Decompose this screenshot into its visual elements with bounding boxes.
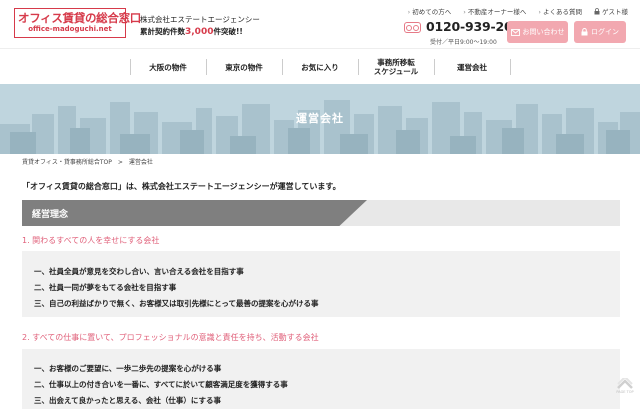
business-hours: 受付／平日9:00〜19:00 — [430, 39, 497, 46]
list-item: 三、自己の利益ばかりで無く、お客様又は取引先様にとって最善の提案を心がける事 — [34, 299, 319, 308]
freedial-icon — [404, 22, 421, 33]
list-item: 一、お客様のご要望に、一歩二歩先の提案を心がける事 — [34, 364, 222, 373]
top-links: › 初めての方へ › 不動産オーナー様へ › よくある質問 ゲスト様 — [408, 6, 628, 16]
list-item: 三、出会えて良かったと思える、会社（仕事）にする事 — [34, 396, 221, 405]
link-label: よくある質問 — [543, 8, 582, 16]
breadcrumb-home[interactable]: 賃貸オフィス・貸事務所総合TOP — [22, 159, 112, 166]
lock-icon — [594, 8, 600, 15]
page-top-label: PAGE TOP — [616, 390, 634, 394]
section-header: 経営理念 — [22, 200, 620, 226]
main-nav: 大阪の物件 東京の物件 お気に入り 事務所移転 スケジュール 運営会社 — [0, 48, 640, 85]
chevron-right-icon: › — [407, 8, 411, 16]
nav-favorites[interactable]: お気に入り — [282, 49, 358, 85]
section-title: 経営理念 — [32, 210, 69, 220]
company-name: 株式会社エステートエージェンシー — [140, 15, 260, 24]
section-header-fill — [22, 200, 367, 226]
list-item: 二、社員一同が夢をもてる会社を目指す事 — [34, 283, 177, 292]
list-item: 二、仕事以上の付き合いを一番に、すべてに於いて顧客満足度を獲得する事 — [34, 380, 288, 389]
philosophy-list: 一、社員全員が意見を交わし合い、言い合える会社を目指す事 二、社員一同が夢をもて… — [22, 251, 620, 317]
contact-button[interactable]: お問い合わせ — [507, 21, 568, 43]
link-label: 不動産オーナー様へ — [467, 8, 527, 16]
site-logo[interactable]: オフィス賃貸の総合窓口 office-madoguchi.net — [14, 8, 141, 38]
contracts-count: 累計契約件数3,000件突破!! — [140, 26, 243, 37]
nav-osaka[interactable]: 大阪の物件 — [130, 49, 206, 85]
login-label: ログイン — [591, 28, 619, 36]
chevron-right-icon: › — [463, 8, 466, 16]
page-banner: 運営会社 — [0, 84, 640, 154]
philosophy-heading: 1. 関わるすべての人を幸せにする会社 — [22, 236, 160, 245]
link-faq[interactable]: › よくある質問 — [538, 6, 582, 16]
nav-company[interactable]: 運営会社 — [434, 49, 510, 85]
link-label: 初めての方へ — [412, 8, 452, 16]
intro-text: 「オフィス賃貸の総合窓口」は、株式会社エステートエージェンシーが運営しています。 — [22, 182, 341, 191]
login-button[interactable]: ログイン — [574, 21, 626, 43]
link-label: ゲスト様 — [602, 8, 628, 16]
contact-label: お問い合わせ — [522, 28, 565, 36]
nav-tokyo[interactable]: 東京の物件 — [206, 49, 282, 85]
logo-subtitle: office-madoguchi.net — [28, 25, 112, 33]
breadcrumb: 賃貸オフィス・貸事務所総合TOP > 運営会社 — [22, 157, 153, 166]
mail-icon — [510, 28, 520, 36]
page-title: 運営会社 — [296, 112, 344, 125]
logo-title: オフィス賃貸の総合窓口 — [18, 11, 141, 25]
page-top-button[interactable]: PAGE TOP — [616, 378, 634, 398]
breadcrumb-current: 運営会社 — [128, 159, 153, 166]
list-item: 一、社員全員が意見を交わし合い、言い合える会社を目指す事 — [34, 267, 244, 276]
breadcrumb-separator: > — [117, 159, 123, 166]
lock-icon — [581, 28, 588, 36]
link-owners[interactable]: › 不動産オーナー様へ — [463, 6, 526, 16]
contracts-prefix: 累計契約件数 — [140, 27, 185, 36]
nav-divider — [510, 59, 511, 75]
philosophy-list: 一、お客様のご要望に、一歩二歩先の提案を心がける事 二、仕事以上の付き合いを一番… — [22, 349, 620, 409]
contracts-suffix: 件突破!! — [213, 27, 243, 36]
chevron-up-icon — [617, 378, 633, 389]
contracts-number: 3,000 — [185, 27, 214, 37]
chevron-right-icon: › — [538, 8, 541, 16]
philosophy-heading: 2. すべての仕事に置いて、プロフェッショナルの意識と責任を持ち、活動する会社 — [22, 333, 319, 342]
link-first-time[interactable]: › 初めての方へ — [408, 6, 452, 16]
link-guest[interactable]: ゲスト様 — [594, 6, 628, 16]
nav-move-schedule[interactable]: 事務所移転 スケジュール — [358, 49, 434, 85]
